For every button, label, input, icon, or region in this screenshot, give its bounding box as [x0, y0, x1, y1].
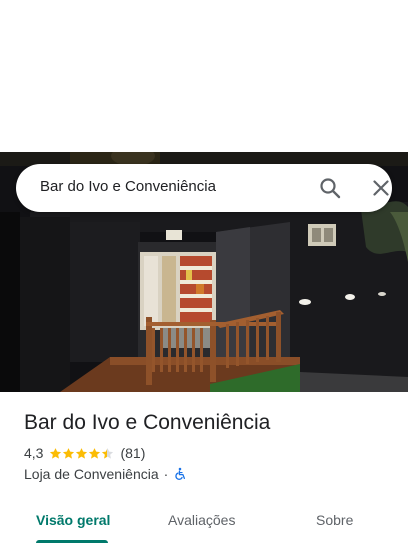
blank-top-area	[0, 0, 408, 152]
search-bar[interactable]: Bar do Ivo e Conveniência	[16, 164, 392, 212]
active-tab-indicator	[36, 540, 108, 543]
star-icon	[50, 447, 62, 459]
tab-about[interactable]: Sobre	[316, 512, 353, 528]
tab-reviews[interactable]: Avaliações	[168, 512, 235, 528]
separator-dot: ·	[163, 466, 169, 482]
tab-overview[interactable]: Visão geral	[36, 512, 110, 528]
category-row: Loja de Conveniência ·	[24, 465, 187, 483]
rating-row[interactable]: 4,3 (81)	[24, 444, 145, 462]
star-half-icon	[102, 447, 114, 459]
search-icon[interactable]	[318, 176, 342, 200]
place-tabs: Visão geral Avaliações Sobre	[0, 500, 408, 544]
star-icon	[76, 447, 88, 459]
place-title: Bar do Ivo e Conveniência	[24, 411, 271, 434]
rating-value: 4,3	[24, 445, 44, 461]
star-icon	[89, 447, 101, 459]
wheelchair-accessible-icon	[173, 467, 187, 481]
search-input[interactable]: Bar do Ivo e Conveniência	[40, 178, 216, 195]
close-icon[interactable]	[369, 176, 393, 200]
place-category: Loja de Conveniência	[24, 466, 159, 482]
review-count[interactable]: (81)	[120, 445, 145, 461]
star-icon	[63, 447, 75, 459]
place-info-panel: Bar do Ivo e Conveniência 4,3 (81) Loja …	[0, 392, 408, 544]
rating-stars	[49, 447, 114, 460]
